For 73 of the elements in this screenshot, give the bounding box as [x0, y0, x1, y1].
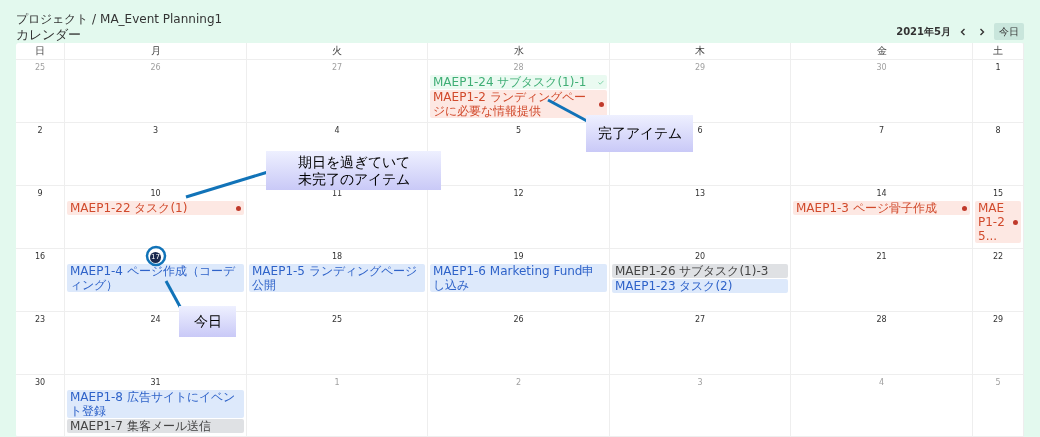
- day-number: 1: [334, 378, 340, 387]
- day-number: 3: [152, 126, 159, 135]
- day-number: 10: [150, 189, 161, 198]
- day-number: 28: [876, 315, 887, 324]
- alert-icon: [599, 101, 604, 107]
- day-number: 2: [515, 378, 522, 387]
- day-number: 2: [37, 126, 43, 135]
- day-number: 24: [150, 315, 161, 324]
- day-number: 29: [694, 63, 706, 72]
- breadcrumb-separator: /: [92, 12, 97, 27]
- day-number: 15: [992, 189, 1004, 198]
- day-number: 5: [515, 126, 522, 135]
- callout-label: 完了アイテム: [586, 115, 693, 152]
- day-number: 9: [37, 189, 43, 198]
- day-number: 30: [876, 63, 887, 72]
- day-number: 27: [331, 63, 343, 72]
- alert-icon: [1013, 219, 1018, 225]
- day-number: 31: [150, 378, 161, 387]
- event-chip[interactable]: MAEP1-7 集客メール送信: [67, 419, 244, 433]
- day-number: 30: [34, 378, 46, 387]
- event-chip[interactable]: MAEP1-4 ページ作成（コーディング）: [67, 264, 244, 292]
- day-number: 6: [697, 126, 703, 135]
- day-number: 14: [876, 189, 887, 198]
- day-number: 5: [995, 378, 1001, 387]
- alert-icon: [962, 205, 967, 211]
- day-number: 3: [697, 378, 703, 387]
- day-number: 4: [878, 378, 885, 387]
- highlight-circle: [145, 245, 167, 267]
- weekday-label: 日: [35, 45, 45, 56]
- day-number: 13: [694, 189, 706, 198]
- weekday-label: 水: [513, 45, 524, 56]
- day-number: 23: [34, 315, 46, 324]
- event-chip[interactable]: MAEP1-24 サブタスク(1)-1: [430, 75, 607, 89]
- day-number: 16: [34, 252, 46, 261]
- event-chip[interactable]: MAEP1-5 ランディングページ公開: [249, 264, 425, 292]
- event-chip[interactable]: MAEP1-25...: [975, 201, 1021, 243]
- day-number: 20: [694, 252, 706, 261]
- day-number: 18: [331, 252, 343, 261]
- day-number: 19: [513, 252, 524, 261]
- event-chip[interactable]: MAEP1-8 広告サイトにイベント登録: [67, 390, 244, 418]
- day-number: 25: [331, 315, 343, 324]
- event-chip[interactable]: MAEP1-6 Marketing Fund申し込み: [430, 264, 607, 292]
- day-number: 29: [992, 315, 1004, 324]
- event-chip[interactable]: MAEP1-22 タスク(1): [67, 201, 244, 215]
- weekday-label: 木: [695, 45, 705, 56]
- day-number: 28: [513, 63, 524, 72]
- day-number: 1: [995, 63, 1001, 72]
- event-chip[interactable]: MAEP1-23 タスク(2): [612, 279, 788, 293]
- day-number: 4: [334, 126, 340, 135]
- callout-label: 今日: [179, 306, 236, 337]
- weekday-label: 月: [150, 45, 161, 56]
- check-icon: [598, 79, 604, 85]
- alert-icon: [236, 205, 241, 211]
- event-chip[interactable]: MAEP1-3 ページ骨子作成: [793, 201, 970, 215]
- breadcrumb-link[interactable]: MA_Event Planning1: [100, 12, 223, 27]
- month-label: 2021年5月: [896, 25, 951, 39]
- day-number: 21: [876, 252, 887, 261]
- day-number: 25: [34, 63, 46, 72]
- page-title: カレンダー: [16, 27, 82, 43]
- day-number: 22: [992, 252, 1004, 261]
- weekday-label: 土: [993, 45, 1003, 56]
- day-number: 7: [878, 126, 885, 135]
- weekday-label: 金: [876, 45, 887, 56]
- today-button[interactable]: 今日: [994, 23, 1024, 40]
- day-number: 26: [150, 63, 161, 72]
- breadcrumb-link[interactable]: プロジェクト: [16, 12, 88, 27]
- callout-label: 期日を過ぎていて未完了のアイテム: [266, 151, 441, 190]
- event-chip[interactable]: MAEP1-26 サブタスク(1)-3: [612, 264, 788, 278]
- day-number: 8: [995, 126, 1001, 135]
- weekday-label: 火: [332, 45, 342, 56]
- day-number: 12: [513, 189, 524, 198]
- day-number: 26: [513, 315, 524, 324]
- day-number: 27: [694, 315, 706, 324]
